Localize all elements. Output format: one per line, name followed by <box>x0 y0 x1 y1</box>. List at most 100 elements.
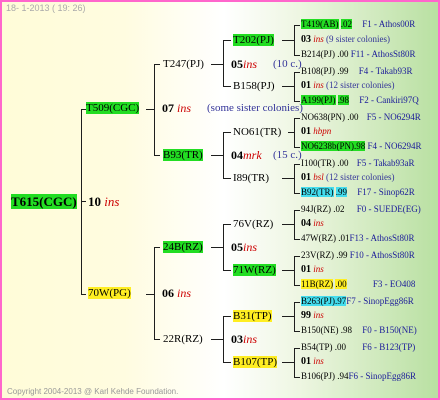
gen4-row-10[interactable]: 23V(RZ) .99 F10 - AthosSt80R <box>301 250 415 261</box>
gen4-id-11[interactable]: 11B(RZ) <box>301 279 334 289</box>
gen4-name-13: F0 - B150(NE) <box>362 325 417 335</box>
connector <box>223 132 224 179</box>
gen2-node-1[interactable]: B93(TR) <box>163 149 203 162</box>
gen1-node-1[interactable]: 70W(PG) <box>88 287 131 300</box>
connector <box>223 362 231 363</box>
gen4-row-3[interactable]: A199(PJ) .98 F2 - Cankiri97Q <box>301 95 419 106</box>
connector <box>294 55 300 56</box>
root-ins: ins <box>104 194 120 209</box>
gen3-node-4[interactable]: 76V(RZ) <box>233 218 273 231</box>
gen3-id-7[interactable]: B107(TP) <box>233 356 277 368</box>
gen2-node-0[interactable]: T247(PJ) <box>163 58 204 71</box>
gen2-year-0: 05 <box>231 57 243 71</box>
gen2-node-3[interactable]: 22R(RZ) <box>163 333 203 346</box>
gen4-row-6[interactable]: I100(TR) .00 F5 - Takab93aR <box>301 158 414 169</box>
gen3-node-7[interactable]: B107(TP) <box>233 356 277 369</box>
gen1-info-1: 06 ins <box>162 287 191 300</box>
gen3-node-5[interactable]: 71W(RZ) <box>233 264 276 277</box>
gen4-num-15: .94 <box>337 371 349 381</box>
connector <box>223 224 224 271</box>
gen4-name-5: F4 - NO6294R <box>367 141 422 151</box>
gen4-row-9[interactable]: 47W(RZ) .01F13 - AthosSt80R <box>301 233 415 244</box>
gen3-node-6[interactable]: B31(TP) <box>233 310 272 323</box>
gen4-id-9[interactable]: 47W(RZ) <box>301 233 336 243</box>
connector <box>294 210 300 211</box>
gen3-year-3: 01 <box>301 172 311 183</box>
gen4-id-6[interactable]: I100(TR) <box>301 158 335 168</box>
gen4-row-11[interactable]: 11B(RZ) .00 F3 - EO408 <box>301 279 415 290</box>
connector <box>223 132 231 133</box>
root-info: 10 ins <box>88 194 119 209</box>
connector <box>146 294 154 295</box>
gen3-id-5[interactable]: 71W(RZ) <box>233 264 276 276</box>
gen4-row-14[interactable]: B54(TP) .00 F6 - B123(TP) <box>301 342 415 353</box>
gen4-num-8: .02 <box>333 204 345 214</box>
gen3-node-1[interactable]: B158(PJ) <box>233 80 275 93</box>
gen4-num-14: .00 <box>334 342 346 352</box>
connector <box>154 247 160 248</box>
gen4-id-12[interactable]: B263(PJ) <box>301 296 336 306</box>
gen3-node-2[interactable]: NO61(TR) <box>233 126 281 139</box>
connector <box>154 64 160 65</box>
connector <box>294 377 300 378</box>
connector <box>282 362 294 363</box>
gen1-id-1[interactable]: 70W(PG) <box>88 287 131 299</box>
connector <box>282 270 294 271</box>
gen4-row-12[interactable]: B263(PJ).97F7 - SinopEgg86R <box>301 296 414 307</box>
gen4-row-8[interactable]: 94J(RZ) .02 F0 - SUEDE(EG) <box>301 204 421 215</box>
gen3-info-7: 01 ins <box>301 356 324 367</box>
connector <box>294 72 300 73</box>
gen2-id-1[interactable]: B93(TR) <box>163 149 203 161</box>
connector <box>223 224 231 225</box>
gen4-row-7[interactable]: B92(TR) .99 F17 - Sinop62R <box>301 187 415 198</box>
gen4-name-11: F3 - EO408 <box>372 279 416 289</box>
root-node[interactable]: T615(CGC) <box>11 194 77 209</box>
gen3-id-6[interactable]: B31(TP) <box>233 310 272 322</box>
gen3-node-0[interactable]: T202(PJ) <box>233 34 274 47</box>
gen4-id-7[interactable]: B92(TR) <box>301 187 334 197</box>
connector <box>223 316 224 363</box>
gen4-id-10[interactable]: 23V(RZ) <box>301 250 334 260</box>
gen4-row-15[interactable]: B106(PJ) .94F6 - SinopEgg86R <box>301 371 416 382</box>
gen4-num-12: .97 <box>335 296 347 306</box>
gen4-row-4[interactable]: NO638(PN) .00 F5 - NO6294R <box>301 112 421 123</box>
connector <box>294 101 300 102</box>
gen2-note-1: (15 c.) <box>273 149 302 161</box>
gen4-id-14[interactable]: B54(TP) <box>301 342 333 352</box>
gen3-ins-7: ins <box>313 356 324 366</box>
gen4-id-1[interactable]: B214(PJ) <box>301 49 335 59</box>
gen3-id-0[interactable]: T202(PJ) <box>233 34 274 46</box>
connector <box>154 64 155 156</box>
gen2-id-2[interactable]: 24B(RZ) <box>163 241 203 253</box>
gen1-id-0[interactable]: T509(CGC) <box>86 102 140 114</box>
gen2-year-3: 03 <box>231 332 243 346</box>
gen4-id-3[interactable]: A199(PJ) <box>301 95 336 105</box>
gen4-row-13[interactable]: B150(NE) .98 F0 - B150(NE) <box>301 325 417 336</box>
gen2-year-2: 05 <box>231 240 243 254</box>
gen4-row-5[interactable]: NO6238b(PN).98 F4 - NO6294R <box>301 141 422 152</box>
gen4-row-2[interactable]: B108(PJ) .99 F4 - Takab93R <box>301 66 412 77</box>
connector <box>223 40 231 41</box>
gen3-node-3[interactable]: I89(TR) <box>233 172 269 185</box>
gen4-id-13[interactable]: B150(NE) <box>301 325 339 335</box>
gen1-node-0[interactable]: T509(CGC) <box>86 102 140 115</box>
gen4-name-1: F11 - AthosSt80R <box>350 49 416 59</box>
connector <box>294 164 295 194</box>
gen4-name-8: F0 - SUEDE(EG) <box>356 204 421 214</box>
gen2-note-0: (10 c.) <box>273 58 302 70</box>
root-id[interactable]: T615(CGC) <box>11 194 77 209</box>
gen3-info-2: 01 hbpn <box>301 126 331 137</box>
connector <box>294 331 300 332</box>
gen4-id-0[interactable]: T419(AB) <box>301 19 339 29</box>
gen4-row-0[interactable]: T419(AB) .02 F1 - Athos00R <box>301 19 415 30</box>
gen4-row-1[interactable]: B214(PJ) .00 F11 - AthosSt80R <box>301 49 415 60</box>
gen4-id-15[interactable]: B106(PJ) <box>301 371 335 381</box>
gen4-id-5[interactable]: NO6238b(PN) <box>301 141 354 151</box>
gen2-node-2[interactable]: 24B(RZ) <box>163 241 203 254</box>
gen4-id-4[interactable]: NO638(PN) <box>301 112 345 122</box>
gen4-name-9: F13 - AthosSt80R <box>349 233 415 243</box>
gen4-id-8[interactable]: 94J(RZ) <box>301 204 331 214</box>
connector <box>211 155 223 156</box>
connector <box>294 348 295 378</box>
gen4-id-2[interactable]: B108(PJ) <box>301 66 335 76</box>
